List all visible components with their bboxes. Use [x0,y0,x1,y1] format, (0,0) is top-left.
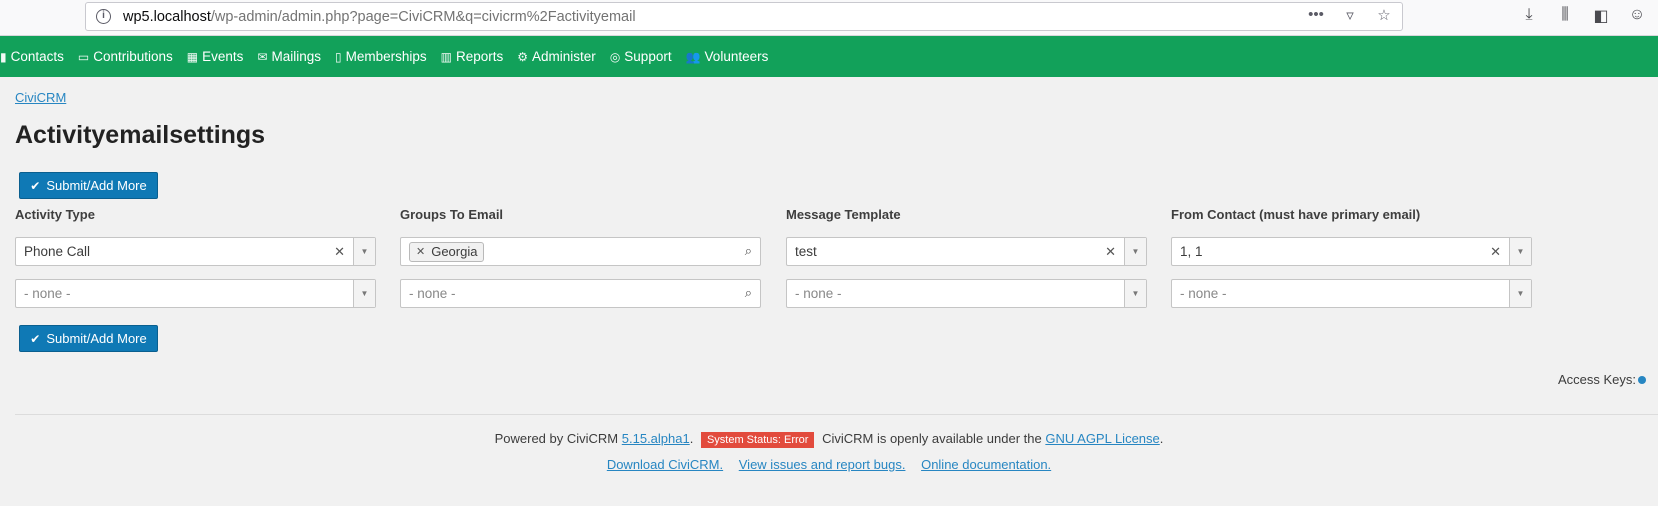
tag-label: Georgia [431,244,478,259]
nav-item-memberships[interactable]: ▯ Memberships [328,36,434,77]
access-keys[interactable]: Access Keys: [1558,372,1646,387]
life-ring-icon: ◎ [609,49,621,64]
chevron-down-icon[interactable]: ▼ [353,238,375,265]
placeholder-value: - none - [795,286,842,301]
nav-item-label: Contacts [10,49,64,64]
nav-item-events[interactable]: ▦ Events [180,36,251,77]
gears-icon: ⚙ [517,49,529,64]
url-host: wp5.localhost [123,8,211,25]
submit-add-more-button-bottom[interactable]: ✔ Submit/Add More [19,325,158,352]
footer-powered-by: Powered by CiviCRM 5.15.alpha1. System S… [494,431,1164,448]
more-actions-icon[interactable]: ••• [1306,6,1326,24]
activity-type-select-2[interactable]: - none - ▼ [15,279,376,308]
chevron-down-icon[interactable]: ▼ [1124,238,1146,265]
nav-item-contacts[interactable]: ▮ Contacts [0,36,71,77]
placeholder-value: - none - [409,286,456,301]
docs-link[interactable]: Online documentation. [921,457,1051,472]
remove-tag-icon[interactable]: ✕ [416,245,425,258]
label-groups-to-email: Groups To Email [400,207,504,222]
breadcrumb: CiviCRM [15,90,66,105]
groups-to-email-select[interactable]: ✕ Georgia ⌕ [400,237,761,266]
groups-to-email-select-2[interactable]: - none - ⌕ [400,279,761,308]
selected-value: 1, 1 [1180,244,1203,259]
access-keys-label: Access Keys: [1557,372,1636,387]
civicrm-menu-bar: ▮ Contacts ▭ Contributions ▦ Events ✉ Mailin… [0,36,1658,77]
nav-item-reports[interactable]: ▥ Reports [434,36,511,77]
powered-by-text: Powered by CiviCRM [494,431,619,446]
version-link[interactable]: 5.15.alpha1 [622,431,690,446]
url-path: /wp-admin/admin.php?page=CiviCRM&q=civic… [210,8,636,25]
calendar-icon: ▦ [186,49,199,64]
label-activity-type: Activity Type [15,207,95,222]
license-link[interactable]: GNU AGPL License [1045,431,1159,446]
label-message-template: Message Template [786,207,901,222]
nav-item-label: Reports [455,49,504,64]
page-title: Activityemailsettings [15,121,266,149]
pocket-icon[interactable]: ▿ [1340,6,1360,24]
check-icon: ✔ [30,331,41,346]
message-template-select-2[interactable]: - none - ▼ [786,279,1147,308]
check-icon: ✔ [30,178,41,193]
search-icon: ⌕ [744,243,752,258]
nav-item-label: Contributions [93,49,173,64]
selected-value: test [795,244,817,259]
clear-icon[interactable]: ✕ [334,244,345,260]
search-icon: ⌕ [744,285,752,300]
nav-item-label: Memberships [345,49,427,64]
placeholder-value: - none - [1180,286,1227,301]
clear-icon[interactable]: ✕ [1490,244,1501,260]
nav-item-label: Mailings [271,49,321,64]
chevron-down-icon[interactable]: ▼ [1124,280,1146,307]
license-text: CiviCRM is openly available under the [822,431,1042,446]
nav-item-mailings[interactable]: ✉ Mailings [250,36,328,77]
label-from-contact: From Contact (must have primary email) [1171,207,1421,222]
button-label: Submit/Add More [46,178,147,193]
nav-item-label: Volunteers [704,49,769,64]
url-bar[interactable]: i wp5.localhost/wp-admin/admin.php?page=… [85,2,1403,31]
nav-item-label: Events [202,49,244,64]
footer-links: Download CiviCRM. View issues and report… [0,457,1658,472]
envelope-icon: ✉ [257,49,268,64]
nav-item-volunteers[interactable]: 👥 Volunteers [679,36,776,77]
browser-toolbar: i wp5.localhost/wp-admin/admin.php?page=… [0,0,1658,36]
breadcrumb-link-civicrm[interactable]: CiviCRM [15,90,66,105]
account-icon[interactable]: ☺ [1626,6,1648,26]
nav-item-administer[interactable]: ⚙ Administer [510,36,603,77]
bookmark-star-icon[interactable]: ☆ [1374,6,1394,24]
placeholder-value: - none - [24,286,71,301]
issues-link[interactable]: View issues and report bugs. [739,457,906,472]
chevron-down-icon[interactable]: ▼ [353,280,375,307]
chevron-down-icon[interactable]: ▼ [1509,280,1531,307]
selected-group-tag: ✕ Georgia [409,241,485,262]
info-icon[interactable]: i [96,9,111,24]
bar-chart-icon: ▥ [440,49,452,64]
nav-item-label: Support [624,49,672,64]
selected-value: Phone Call [24,244,91,259]
nav-item-label: Administer [532,49,596,64]
library-icon[interactable]: ⫼ [1554,6,1576,26]
chevron-down-icon[interactable]: ▼ [1509,238,1531,265]
submit-add-more-button-top[interactable]: ✔ Submit/Add More [19,172,158,199]
button-label: Submit/Add More [46,331,147,346]
status-badge[interactable]: System Status: Error [700,432,815,448]
nav-item-support[interactable]: ◎ Support [603,36,679,77]
nav-item-contributions[interactable]: ▭ Contributions [71,36,180,77]
message-template-select[interactable]: test ✕ ▼ [786,237,1147,266]
clear-icon[interactable]: ✕ [1105,244,1116,260]
contacts-icon: ▮ [0,49,7,64]
activity-type-select[interactable]: Phone Call ✕ ▼ [15,237,376,266]
download-link[interactable]: Download CiviCRM. [607,457,723,472]
from-contact-select[interactable]: 1, 1 ✕ ▼ [1171,237,1532,266]
footer-divider [15,414,1658,415]
download-icon[interactable]: ⤓ [1518,6,1540,26]
id-card-icon: ▯ [335,49,342,64]
sidebar-icon[interactable]: ◧ [1590,6,1612,26]
users-icon: 👥 [685,49,701,64]
help-icon[interactable] [1638,376,1646,384]
credit-card-icon: ▭ [77,49,90,64]
from-contact-select-2[interactable]: - none - ▼ [1171,279,1532,308]
